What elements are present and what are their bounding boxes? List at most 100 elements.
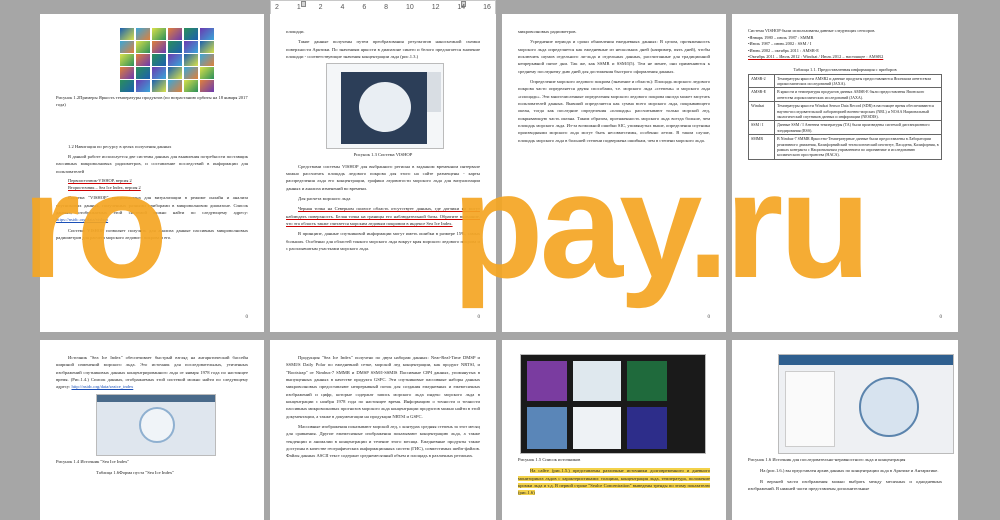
page-number: 0 <box>939 315 943 320</box>
list-item: Втористочник – Sea Ice Index, версия 2 <box>68 184 141 190</box>
paragraph: Усреднение периода и сроки обновления еж… <box>518 39 710 74</box>
satellite-tile <box>152 41 166 53</box>
paragraph: В верхней части изображения можно выбрат… <box>748 478 942 492</box>
satellite-tile <box>136 80 150 92</box>
thumbnail-map <box>627 361 667 401</box>
sea-ice-index-link[interactable]: http://nsidc.org/data/seaice_index <box>71 384 133 389</box>
satellite-tile <box>120 28 134 40</box>
page-number: 0 <box>707 315 711 320</box>
satellite-tile <box>136 28 150 40</box>
paragraph: В принципе, данные спутниковой информаци… <box>286 231 480 252</box>
satellite-tile <box>184 80 198 92</box>
list-item: •Октябрь 2011 – Июль 2012 : Windsat / Ию… <box>748 54 884 60</box>
satellite-tile <box>168 28 182 40</box>
satellite-tile <box>200 80 214 92</box>
satellite-tile <box>120 54 134 66</box>
paragraph: Средствами системы VISHOP для выбранного… <box>286 163 480 191</box>
satellite-tile <box>120 80 134 92</box>
list-item: •Июль 1987 – июнь 2002 : SSM / I <box>748 41 812 47</box>
document-page-1[interactable]: Рисунок 1.2Примеры Яркость температуры п… <box>40 14 264 332</box>
thumbnail-chart <box>573 407 621 449</box>
satellite-tile <box>152 54 166 66</box>
table-cell: Температуры яркости AMSR2 и данные проду… <box>774 73 942 89</box>
ruler-mark: 16 <box>483 4 491 11</box>
paragraph-text: На сайте (рис.1.5.) представлены различн… <box>518 468 710 496</box>
thumbnail-arctic-map <box>527 361 567 401</box>
list-item: •Январь 1980 – июль 1987 : SMMR <box>748 34 814 40</box>
page-number: 0 <box>245 315 249 320</box>
figure-caption: Рисунок 1.6 Источник для последовательно… <box>748 457 906 462</box>
paragraph: микроволновых радиометров. <box>518 29 577 34</box>
satellite-tile <box>120 67 134 79</box>
paragraph: Определение морского ледового покрова (з… <box>518 79 710 143</box>
satellite-tile <box>168 80 182 92</box>
paragraph: Источник "Sea Ice Index" обеспечивает бы… <box>56 354 248 391</box>
table-cell: Windsat <box>748 101 775 122</box>
paragraph: Продукция "Sea Ice Index" получено по дв… <box>286 355 480 419</box>
list-item: •Июнь 2002 – октябрь 2011 : AMSR-E <box>748 47 819 53</box>
satellite-tile <box>168 41 182 53</box>
table-caption: Таблица 1.6Форма пуста "Sea Ice Index" <box>96 470 175 476</box>
ruler-mark: 6 <box>362 4 367 11</box>
document-page-6[interactable]: Продукция "Sea Ice Index" получено по дв… <box>270 340 496 520</box>
satellite-tile <box>200 28 214 40</box>
satellite-tile <box>136 41 150 53</box>
table-cell: В Nimbus-7 SMMR Яркостно-Температурные д… <box>774 134 942 160</box>
paragraph: В данной работе используется две системы… <box>56 154 248 174</box>
satellite-tile <box>200 41 214 53</box>
document-page-4[interactable]: Система VISHOP были использованы данные … <box>732 14 958 332</box>
thumbnail-chart <box>573 361 621 401</box>
satellite-tile-grid <box>120 28 216 92</box>
table-cell: Данные SSM / I Антенна температуры (TA) … <box>774 120 942 136</box>
paragraph: Система VISHOP позволяет получить для ан… <box>56 227 248 240</box>
satellite-tile <box>136 67 150 79</box>
satellite-grid-figure <box>120 28 216 92</box>
figure-caption: Рисунок 1.2Примеры Яркость температуры п… <box>56 95 248 108</box>
ruler-mark: 4 <box>340 4 345 11</box>
vishop-link[interactable]: https://nsidc.org/data/vishop <box>56 217 108 222</box>
satellite-tile <box>184 67 198 79</box>
document-page-7[interactable]: Рисунок 1.5 Список источников На сайте (… <box>502 340 726 520</box>
ruler-mark: 12 <box>431 4 440 11</box>
ruler-mark: 8 <box>384 4 389 11</box>
list-item: Первоисточник-VISHOP, версия 2 <box>68 178 132 184</box>
document-page-3[interactable]: микроволновых радиометров. Усреднение пе… <box>502 14 726 332</box>
table-cell: AMSR-2 <box>748 73 775 89</box>
table-row: AMSR-E В яркости и температуры продуктов … <box>748 87 942 103</box>
section-heading: 1.2 Навигация по ресурсу в целях получен… <box>68 143 172 149</box>
satellite-tile <box>168 54 182 66</box>
paragraph: На (рис.1.6.) вы представлен архив данны… <box>760 468 939 474</box>
satellite-tile <box>152 28 166 40</box>
document-page-5[interactable]: Источник "Sea Ice Index" обеспечивает бы… <box>40 340 264 520</box>
instrument-table: AMSR-2 Температуры яркости AMSR2 и данные… <box>748 73 942 160</box>
map-thumbnail <box>139 406 175 443</box>
browser-header <box>97 394 215 402</box>
paragraph: Такие данные получены путем преобразован… <box>286 39 480 60</box>
thumbnail-map <box>627 407 667 449</box>
table-row: AMSR-2 Температуры яркости AMSR2 и данные… <box>748 73 942 89</box>
satellite-tile <box>184 54 198 66</box>
thumbnail-arctic-map <box>527 407 567 449</box>
ruler-mark: 10 <box>405 4 414 11</box>
paragraph: Массивные изображения показывают морской… <box>286 424 480 459</box>
satellite-tile <box>152 80 166 92</box>
satellite-tile <box>168 67 182 79</box>
ruler-mark: 2 <box>318 4 323 11</box>
document-page-8[interactable]: Рисунок 1.6 Источник для последовательно… <box>732 340 958 520</box>
document-page-2[interactable]: площади. Такие данные получены путем пре… <box>270 14 496 332</box>
sources-screenshot-figure <box>520 354 706 454</box>
horizontal-ruler[interactable]: 2 1 2 4 6 8 10 12 14 16 <box>270 0 496 15</box>
table-row: SSM / I Данные SSM / I Антенна температур… <box>748 120 942 136</box>
table-cell: SSM / I <box>748 120 775 136</box>
table-caption: Таблица 1.1. Предоставленная информация … <box>793 67 897 73</box>
paragraph: Система VISHOP были использованы данные … <box>748 28 876 33</box>
sidebar-panel <box>427 72 441 113</box>
satellite-tile <box>152 67 166 79</box>
concentration-archive-figure <box>778 354 954 454</box>
vishop-screenshot-figure <box>326 63 444 150</box>
paragraph: Черная точка на Северном полюсе область … <box>286 205 480 227</box>
table-cell: В яркости и температуры продуктов данных… <box>774 87 942 103</box>
arctic-map-icon <box>859 377 919 437</box>
paragraph: Система "VISHOP" предназначена для визуа… <box>56 194 248 223</box>
table-cell: SMMR <box>748 134 775 160</box>
